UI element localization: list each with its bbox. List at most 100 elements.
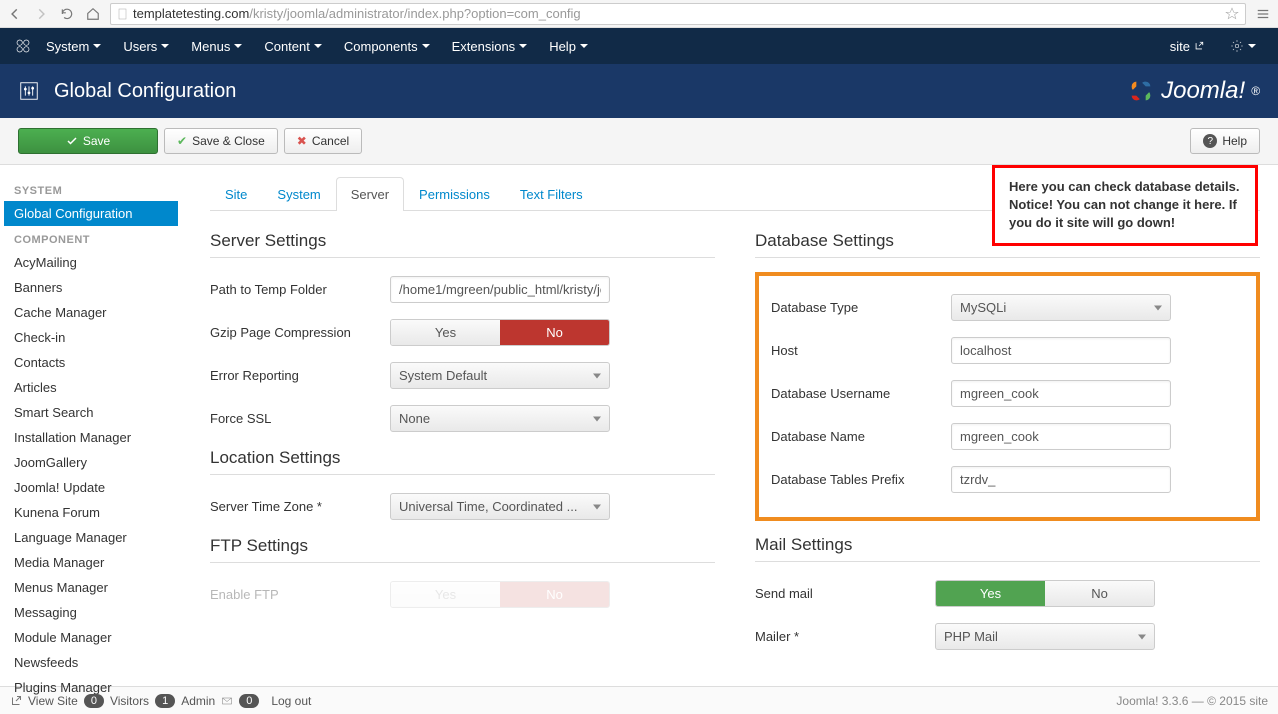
nav-components[interactable]: Components bbox=[336, 33, 438, 60]
db-type-select[interactable]: MySQLi bbox=[951, 294, 1171, 321]
sidebar-item[interactable]: Kunena Forum bbox=[4, 500, 178, 525]
sidebar-item[interactable]: Installation Manager bbox=[4, 425, 178, 450]
save-close-button[interactable]: ✔Save & Close bbox=[164, 128, 278, 154]
nav-site-link[interactable]: site bbox=[1162, 33, 1212, 60]
sidebar-item[interactable]: Menus Manager bbox=[4, 575, 178, 600]
enable-ftp-label: Enable FTP bbox=[210, 587, 390, 602]
db-user-label: Database Username bbox=[771, 386, 951, 401]
db-host-label: Host bbox=[771, 343, 951, 358]
timezone-label: Server Time Zone * bbox=[210, 499, 390, 514]
help-button[interactable]: ?Help bbox=[1190, 128, 1260, 154]
annotation-callout: Here you can check database details. Not… bbox=[992, 165, 1258, 246]
footer-version: Joomla! 3.3.6 — © 2015 site bbox=[1116, 694, 1268, 708]
db-prefix-label: Database Tables Prefix bbox=[771, 472, 951, 487]
back-icon[interactable] bbox=[6, 5, 24, 23]
left-panel: Server Settings Path to Temp Folder Gzip… bbox=[210, 231, 715, 666]
main-content: Here you can check database details. Not… bbox=[192, 165, 1278, 686]
gear-icon[interactable] bbox=[1222, 33, 1264, 59]
sidebar-head-system: SYSTEM bbox=[14, 185, 178, 197]
mailer-select[interactable]: PHP Mail bbox=[935, 623, 1155, 650]
sidebar-item[interactable]: Check-in bbox=[4, 325, 178, 350]
db-user-input[interactable] bbox=[951, 380, 1171, 407]
sidebar-item[interactable]: Cache Manager bbox=[4, 300, 178, 325]
send-mail-toggle[interactable]: YesNo bbox=[935, 580, 1155, 607]
location-settings-title: Location Settings bbox=[210, 448, 715, 475]
sidebar-item[interactable]: AcyMailing bbox=[4, 250, 178, 275]
home-icon[interactable] bbox=[84, 5, 102, 23]
enable-ftp-toggle[interactable]: YesNo bbox=[390, 581, 610, 608]
url-bar[interactable]: templatetesting.com/kristy/joomla/admini… bbox=[110, 3, 1246, 25]
external-icon bbox=[10, 695, 22, 707]
force-ssl-label: Force SSL bbox=[210, 411, 390, 426]
save-button[interactable]: Save bbox=[18, 128, 158, 154]
nav-help[interactable]: Help bbox=[541, 33, 596, 60]
external-icon bbox=[1194, 41, 1204, 51]
sidebar-item[interactable]: Module Manager bbox=[4, 625, 178, 650]
gzip-label: Gzip Page Compression bbox=[210, 325, 390, 340]
gzip-toggle[interactable]: YesNo bbox=[390, 319, 610, 346]
page-icon bbox=[117, 8, 129, 20]
sidebar-item[interactable]: Contacts bbox=[4, 350, 178, 375]
visitors-badge: 0 bbox=[84, 694, 104, 708]
nav-content[interactable]: Content bbox=[256, 33, 330, 60]
db-host-input[interactable] bbox=[951, 337, 1171, 364]
tab-site[interactable]: Site bbox=[210, 177, 262, 211]
nav-menus[interactable]: Menus bbox=[183, 33, 250, 60]
joomla-icon[interactable] bbox=[14, 37, 32, 55]
apply-icon bbox=[66, 135, 78, 147]
tab-server[interactable]: Server bbox=[336, 177, 404, 211]
sidebar: SYSTEM Global Configuration COMPONENT Ac… bbox=[0, 165, 192, 686]
ftp-settings-title: FTP Settings bbox=[210, 536, 715, 563]
status-bar: View Site 0Visitors 1Admin 0 Log out Joo… bbox=[0, 686, 1278, 714]
error-reporting-select[interactable]: System Default bbox=[390, 362, 610, 389]
browser-toolbar: templatetesting.com/kristy/joomla/admini… bbox=[0, 0, 1278, 28]
view-site-link[interactable]: View Site bbox=[28, 694, 78, 708]
error-reporting-label: Error Reporting bbox=[210, 368, 390, 383]
server-settings-title: Server Settings bbox=[210, 231, 715, 258]
timezone-select[interactable]: Universal Time, Coordinated ... bbox=[390, 493, 610, 520]
menu-icon[interactable] bbox=[1254, 5, 1272, 23]
send-mail-label: Send mail bbox=[755, 586, 935, 601]
tab-permissions[interactable]: Permissions bbox=[404, 177, 505, 211]
logout-link[interactable]: Log out bbox=[271, 694, 311, 708]
page-title: Global Configuration bbox=[54, 80, 236, 103]
star-icon[interactable] bbox=[1225, 7, 1239, 21]
page-header: Global Configuration Joomla!® bbox=[0, 64, 1278, 118]
path-input[interactable] bbox=[390, 276, 610, 303]
db-type-label: Database Type bbox=[771, 300, 951, 315]
mailer-label: Mailer * bbox=[755, 629, 935, 644]
path-label: Path to Temp Folder bbox=[210, 282, 390, 297]
cancel-button[interactable]: ✖Cancel bbox=[284, 128, 362, 154]
mail-settings-title: Mail Settings bbox=[755, 535, 1260, 562]
forward-icon[interactable] bbox=[32, 5, 50, 23]
sidebar-item[interactable]: Smart Search bbox=[4, 400, 178, 425]
right-panel: Database Settings Database Type MySQLi H… bbox=[755, 231, 1260, 666]
messages-badge: 0 bbox=[239, 694, 259, 708]
sidebar-item[interactable]: JoomGallery bbox=[4, 450, 178, 475]
sidebar-item[interactable]: Articles bbox=[4, 375, 178, 400]
sidebar-item-global-configuration[interactable]: Global Configuration bbox=[4, 201, 178, 226]
database-highlight-box: Database Type MySQLi Host Database Usern… bbox=[755, 272, 1260, 521]
tab-system[interactable]: System bbox=[262, 177, 335, 211]
nav-system[interactable]: System bbox=[38, 33, 109, 60]
sidebar-item[interactable]: Joomla! Update bbox=[4, 475, 178, 500]
reload-icon[interactable] bbox=[58, 5, 76, 23]
config-icon bbox=[18, 80, 40, 102]
db-name-input[interactable] bbox=[951, 423, 1171, 450]
db-prefix-input[interactable] bbox=[951, 466, 1171, 493]
force-ssl-select[interactable]: None bbox=[390, 405, 610, 432]
nav-extensions[interactable]: Extensions bbox=[444, 33, 536, 60]
sidebar-item[interactable]: Newsfeeds bbox=[4, 650, 178, 675]
joomla-brand: Joomla!® bbox=[1127, 77, 1260, 105]
admin-topnav: System Users Menus Content Components Ex… bbox=[0, 28, 1278, 64]
nav-users[interactable]: Users bbox=[115, 33, 177, 60]
tab-text-filters[interactable]: Text Filters bbox=[505, 177, 598, 211]
mail-icon bbox=[221, 695, 233, 707]
sidebar-item[interactable]: Banners bbox=[4, 275, 178, 300]
sidebar-item[interactable]: Language Manager bbox=[4, 525, 178, 550]
admin-badge: 1 bbox=[155, 694, 175, 708]
db-name-label: Database Name bbox=[771, 429, 951, 444]
sidebar-item[interactable]: Media Manager bbox=[4, 550, 178, 575]
sidebar-head-component: COMPONENT bbox=[14, 234, 178, 246]
sidebar-item[interactable]: Messaging bbox=[4, 600, 178, 625]
